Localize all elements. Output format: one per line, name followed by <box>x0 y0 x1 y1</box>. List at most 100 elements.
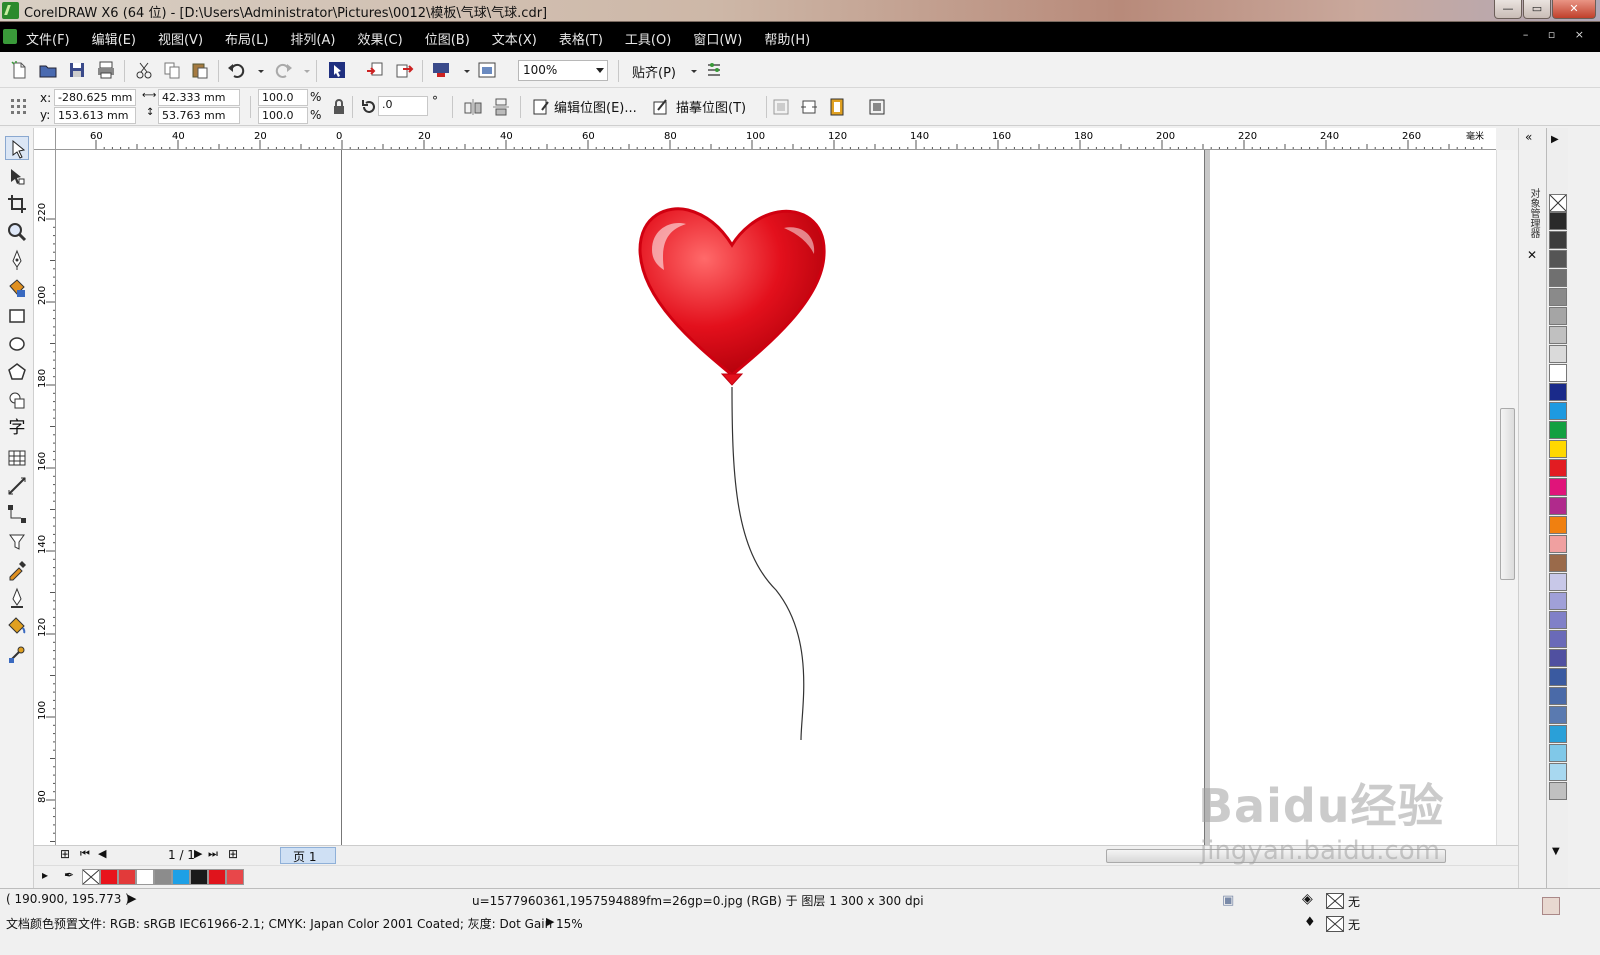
menu-arrange[interactable]: 排列(A) <box>290 29 335 48</box>
docker-tab-label[interactable]: 对象管理器 <box>1526 188 1541 238</box>
minimize-button[interactable]: — <box>1494 0 1522 19</box>
basic-shapes-tool-icon[interactable] <box>5 388 29 412</box>
palette-color-swatch[interactable] <box>1549 326 1567 344</box>
next-page-icon[interactable]: ▶ <box>194 847 202 860</box>
mirror-horizontal-icon[interactable] <box>462 96 484 118</box>
scale-x-field[interactable]: 100.0 <box>258 89 308 106</box>
user-avatar[interactable] <box>1542 897 1560 915</box>
redo-icon[interactable] <box>272 59 294 81</box>
palette-scroll-down-icon[interactable]: ▼ <box>1552 846 1560 857</box>
bitmap-color-mask-icon[interactable] <box>826 96 848 118</box>
new-document-icon[interactable] <box>8 59 30 81</box>
palette-color-swatch[interactable] <box>1549 744 1567 762</box>
lock-ratio-icon[interactable] <box>328 96 350 118</box>
palette-color-swatch[interactable] <box>1549 250 1567 268</box>
outline-none-swatch[interactable] <box>1326 916 1344 932</box>
palette-color-swatch[interactable] <box>1549 573 1567 591</box>
search-content-icon[interactable] <box>326 59 348 81</box>
no-fill-swatch[interactable] <box>1549 194 1567 212</box>
undo-icon[interactable] <box>226 59 248 81</box>
add-page-after-icon[interactable]: ⊞ <box>228 847 238 861</box>
palette-color-swatch[interactable] <box>1549 516 1567 534</box>
palette-color-swatch[interactable] <box>1549 611 1567 629</box>
zoom-tool-icon[interactable] <box>5 220 29 244</box>
horizontal-scrollbar-thumb[interactable] <box>1106 849 1446 863</box>
previous-page-icon[interactable]: ◀ <box>98 847 106 860</box>
no-color-swatch[interactable] <box>82 869 100 885</box>
palette-color-swatch[interactable] <box>1549 497 1567 515</box>
crop-bitmap-icon[interactable] <box>798 96 820 118</box>
menu-effects[interactable]: 效果(C) <box>357 29 402 48</box>
document-icon[interactable] <box>3 29 17 44</box>
save-icon[interactable] <box>66 59 88 81</box>
zoom-level-select[interactable]: 100% <box>518 60 608 81</box>
mirror-vertical-icon[interactable] <box>490 96 512 118</box>
menu-bitmaps[interactable]: 位图(B) <box>425 29 470 48</box>
menu-edit[interactable]: 编辑(E) <box>92 29 136 48</box>
horizontal-ruler[interactable]: 60 40 20 0 20 40 60 80 100 120 140 160 180 200 220 240 2… <box>56 128 1496 150</box>
palette-color-swatch[interactable] <box>1549 459 1567 477</box>
add-page-icon[interactable]: ⊞ <box>60 847 70 861</box>
palette-color-swatch[interactable] <box>1549 231 1567 249</box>
menu-help[interactable]: 帮助(H) <box>764 29 810 48</box>
y-position-field[interactable]: 153.613 mm <box>54 107 136 124</box>
resample-icon[interactable] <box>770 96 792 118</box>
menu-tools[interactable]: 工具(O) <box>625 29 671 48</box>
fill-tool-icon[interactable] <box>5 614 29 638</box>
palette-color-swatch[interactable] <box>1549 307 1567 325</box>
palette-color-swatch[interactable] <box>1549 592 1567 610</box>
coreldraw-app-icon[interactable] <box>2 2 19 19</box>
scale-y-field[interactable]: 100.0 <box>258 107 308 124</box>
palette-color-swatch[interactable] <box>1549 630 1567 648</box>
palette-menu-icon[interactable]: ▸ <box>42 868 48 882</box>
x-position-field[interactable]: -280.625 mm <box>54 89 136 106</box>
options-icon[interactable] <box>703 59 725 81</box>
palette-color-swatch[interactable] <box>1549 668 1567 686</box>
menu-window[interactable]: 窗口(W) <box>693 29 742 48</box>
palette-color-swatch[interactable] <box>1549 535 1567 553</box>
open-icon[interactable] <box>37 59 59 81</box>
crop-tool-icon[interactable] <box>5 192 29 216</box>
wrap-text-icon[interactable] <box>866 96 888 118</box>
import-icon[interactable] <box>364 59 386 81</box>
palette-color-swatch[interactable] <box>1549 649 1567 667</box>
recent-color-swatch[interactable] <box>100 869 118 885</box>
palette-color-swatch[interactable] <box>1549 440 1567 458</box>
menu-file[interactable]: 文件(F) <box>26 29 70 48</box>
eyedropper-icon[interactable]: ✒ <box>64 868 74 882</box>
recent-color-swatch[interactable] <box>118 869 136 885</box>
menu-text[interactable]: 文本(X) <box>492 29 537 48</box>
object-origin-icon[interactable] <box>8 96 30 118</box>
vertical-scrollbar[interactable] <box>1496 150 1518 845</box>
smart-fill-tool-icon[interactable] <box>5 276 29 300</box>
recent-color-swatch[interactable] <box>226 869 244 885</box>
palette-color-swatch[interactable] <box>1549 269 1567 287</box>
palette-color-swatch[interactable] <box>1549 478 1567 496</box>
document-window-controls[interactable]: – ▫ × <box>1523 28 1592 41</box>
menu-table[interactable]: 表格(T) <box>559 29 603 48</box>
drawing-canvas[interactable] <box>56 150 1496 845</box>
palette-color-swatch[interactable] <box>1549 288 1567 306</box>
last-page-icon[interactable]: ⏭ <box>208 847 218 861</box>
recent-color-swatch[interactable] <box>154 869 172 885</box>
text-tool-icon[interactable]: 字 <box>5 416 29 440</box>
palette-color-swatch[interactable] <box>1549 763 1567 781</box>
palette-color-swatch[interactable] <box>1549 706 1567 724</box>
scrollbar-thumb[interactable] <box>1500 408 1515 580</box>
outline-pen-tool-icon[interactable] <box>5 586 29 610</box>
width-field[interactable]: 42.333 mm <box>158 89 240 106</box>
trace-bitmap-button[interactable]: 描摹位图(T) <box>676 97 746 116</box>
copy-icon[interactable] <box>161 59 183 81</box>
close-docker-icon[interactable]: ✕ <box>1527 248 1537 262</box>
maximize-button[interactable]: ▭ <box>1523 0 1551 19</box>
dimension-tool-icon[interactable] <box>5 474 29 498</box>
palette-color-swatch[interactable] <box>1549 212 1567 230</box>
polygon-tool-icon[interactable] <box>5 360 29 384</box>
edit-bitmap-button[interactable]: 编辑位图(E)... <box>554 97 637 116</box>
freehand-tool-icon[interactable] <box>5 248 29 272</box>
palette-color-swatch[interactable] <box>1549 383 1567 401</box>
eyedropper-tool-icon[interactable] <box>5 558 29 582</box>
print-icon[interactable] <box>95 59 117 81</box>
palette-color-swatch[interactable] <box>1549 554 1567 572</box>
blend-tool-icon[interactable] <box>5 530 29 554</box>
